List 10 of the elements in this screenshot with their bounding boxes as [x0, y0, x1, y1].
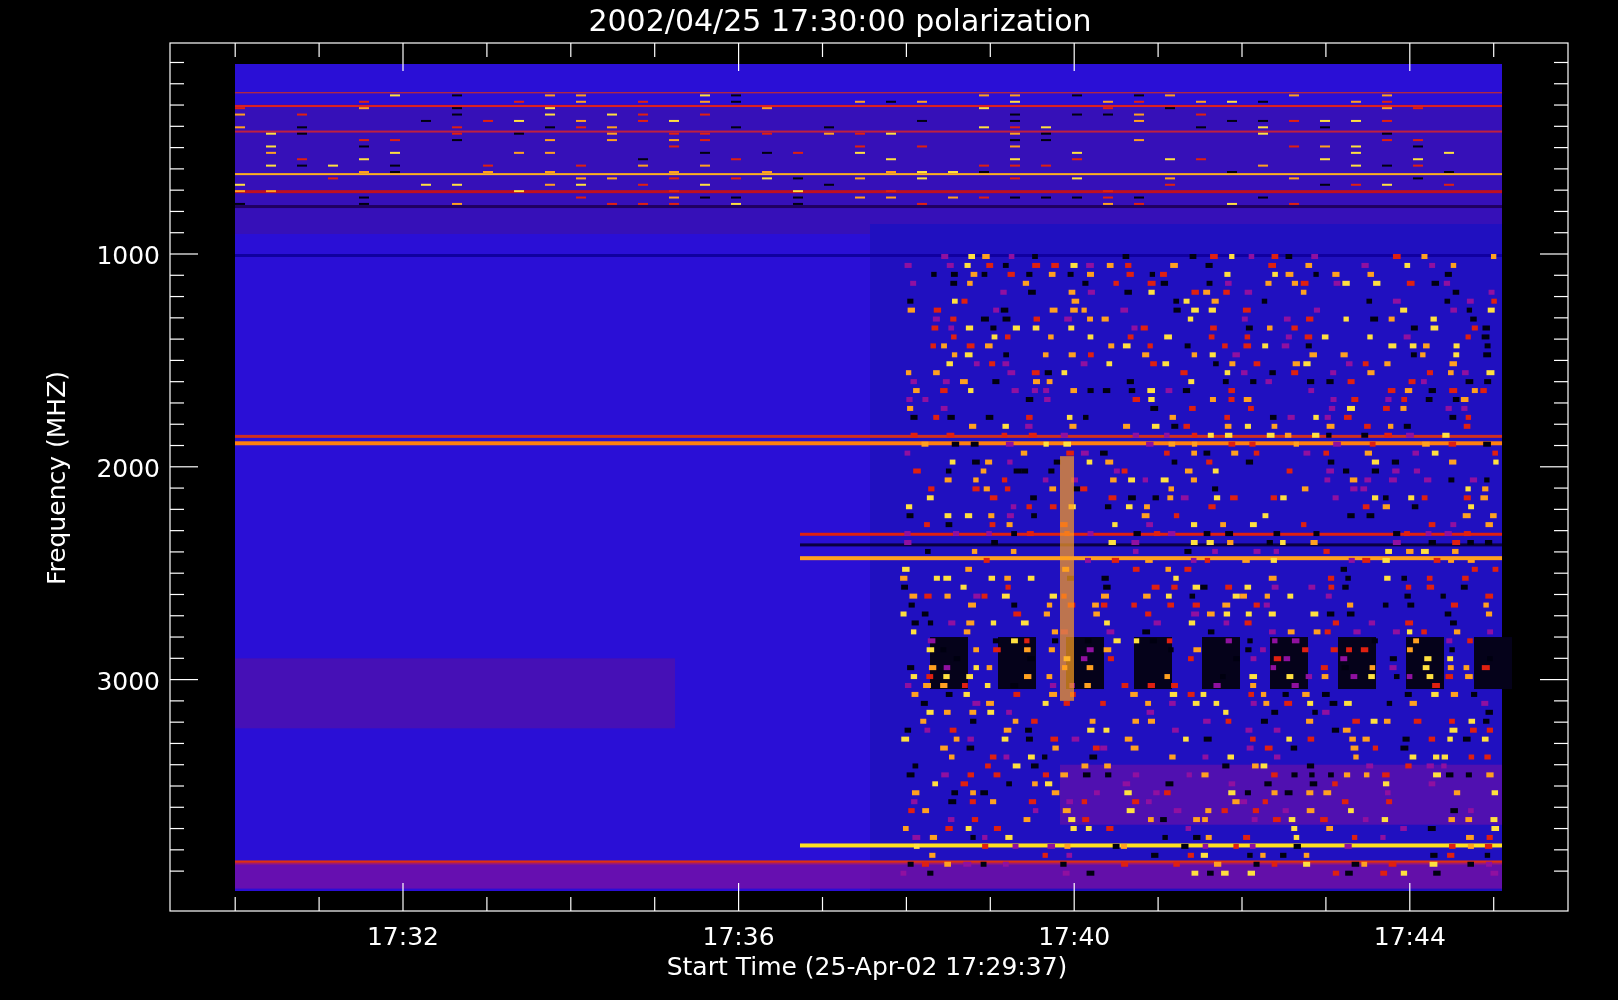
y-tick-label: 2000: [96, 453, 160, 483]
plot-title: 2002/04/25 17:30:00 polarization: [588, 3, 1092, 38]
y-tick-label: 3000: [96, 666, 160, 696]
x-axis-label: Start Time (25-Apr-02 17:29:37): [666, 952, 1068, 981]
y-tick-label: 1000: [96, 241, 160, 270]
x-tick-label: 17:36: [702, 922, 775, 951]
y-axis-label: Frequency (MHZ): [42, 370, 71, 586]
x-tick-label: 17:40: [1038, 922, 1111, 951]
x-tick-label: 17:44: [1373, 922, 1446, 951]
x-tick-label: 17:32: [367, 922, 439, 951]
